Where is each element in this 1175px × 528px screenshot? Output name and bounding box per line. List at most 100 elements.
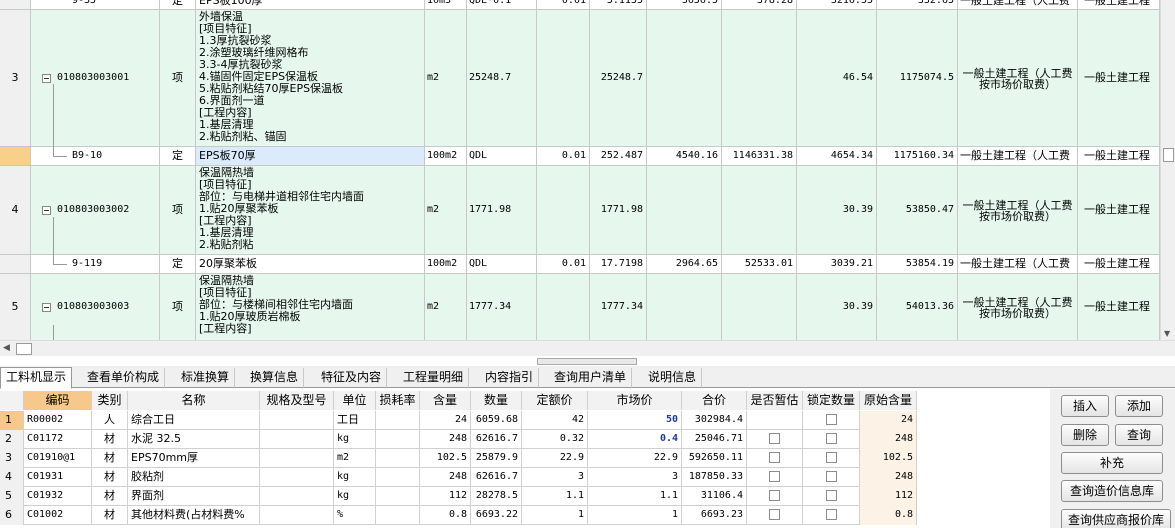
resource-row[interactable]: 1 R00002 人 综合工日 工日 24 6059.68 42 50 3029…	[0, 411, 917, 430]
resource-loss[interactable]	[376, 487, 420, 506]
item-name[interactable]: 保温隔热墙 [项目特征] 部位：与电梯井道相邻住宅内墙面 1.贴20厚聚苯板 […	[196, 166, 425, 254]
grid-row-qd[interactable]: 3 010803003001 项 外墙保温 [项目特征] 1.3厚抗裂砂浆 2.…	[0, 10, 1160, 147]
header-code[interactable]: 编码	[24, 391, 92, 410]
scroll-thumb[interactable]	[1163, 148, 1174, 162]
resource-content-qty[interactable]: 112	[420, 487, 471, 506]
collapse-icon[interactable]	[42, 205, 51, 215]
is-estimate-checkbox[interactable]	[769, 432, 780, 444]
header-loss-rate[interactable]: 损耗率	[376, 391, 420, 410]
resource-spec[interactable]	[260, 411, 334, 430]
resource-market-price[interactable]: 50	[588, 411, 682, 430]
estimate-cell[interactable]	[747, 430, 803, 449]
resource-spec[interactable]	[260, 449, 334, 468]
header-type[interactable]: 类别	[92, 391, 128, 410]
delete-button[interactable]: 删除	[1061, 424, 1109, 446]
resource-code[interactable]: C01910@1	[24, 449, 92, 468]
resource-spec[interactable]	[260, 468, 334, 487]
lock-cell[interactable]	[803, 411, 860, 430]
item-name[interactable]: 保温隔热墙 [项目特征] 部位：与楼梯间相邻住宅内墙面 1.贴20厚玻质岩棉板 …	[196, 274, 425, 340]
resource-content-qty[interactable]: 102.5	[420, 449, 471, 468]
grid-row-partial[interactable]: 9-35 定 EPS板100厚 10m3 QDL*0.1 0.01 5.1155…	[0, 0, 1160, 10]
header-quantity[interactable]: 数量	[471, 391, 522, 410]
item-name[interactable]: EPS板70厚	[196, 147, 425, 165]
resource-grid[interactable]: 编码 类别 名称 规格及型号 单位 损耗率 含量 数量 定额价 市场价 合价 是…	[0, 391, 1050, 528]
tab-content-guide[interactable]: 内容指引	[480, 368, 540, 388]
resource-code[interactable]: C01932	[24, 487, 92, 506]
vertical-scrollbar[interactable]: ▼	[1160, 0, 1175, 340]
resource-content-qty[interactable]: 24	[420, 411, 471, 430]
resource-loss[interactable]	[376, 449, 420, 468]
budget-item-grid[interactable]: 9-35 定 EPS板100厚 10m3 QDL*0.1 0.01 5.1155…	[0, 0, 1175, 340]
resource-content-qty[interactable]: 0.8	[420, 506, 471, 525]
header-spec[interactable]: 规格及型号	[260, 391, 334, 410]
insert-button[interactable]: 插入	[1061, 395, 1109, 417]
grid-row-qd[interactable]: 4 010803003002 项 保温隔热墙 [项目特征] 部位：与电梯井道相邻…	[0, 166, 1160, 255]
lock-qty-checkbox[interactable]	[825, 470, 837, 482]
resource-code[interactable]: R00002	[24, 411, 92, 430]
tab-labor-material-machine[interactable]: 工料机显示	[0, 367, 73, 389]
tab-description[interactable]: 说明信息	[643, 368, 703, 388]
header-unit[interactable]: 单位	[334, 391, 376, 410]
resource-market-price[interactable]: 22.9	[588, 449, 682, 468]
resource-row[interactable]: 3 C01910@1 材 EPS70mm厚 m2 102.5 25879.9 2…	[0, 449, 917, 468]
scroll-left-icon[interactable]: ◀	[3, 343, 10, 353]
resource-row[interactable]: 6 C01002 材 其他材料费(占材料费% % 0.8 6693.22 1 1…	[0, 506, 917, 525]
lock-qty-checkbox[interactable]	[825, 451, 837, 463]
supplement-button[interactable]: 补充	[1061, 452, 1163, 474]
item-name[interactable]: 外墙保温 [项目特征] 1.3厚抗裂砂浆 2.涂塑玻璃纤维网格布 3.3-4厚抗…	[196, 10, 425, 146]
resource-spec[interactable]	[260, 506, 334, 525]
lock-cell[interactable]	[803, 449, 860, 468]
resource-content-qty[interactable]: 248	[420, 468, 471, 487]
resource-spec[interactable]	[260, 487, 334, 506]
header-name[interactable]: 名称	[128, 391, 260, 410]
resource-market-price[interactable]: 3	[588, 468, 682, 487]
add-button[interactable]: 添加	[1115, 395, 1163, 417]
resource-row[interactable]: 4 C01931 材 胶粘剂 kg 248 62616.7 3 3 187850…	[0, 468, 917, 487]
header-orig-qty[interactable]: 原始含量	[860, 391, 917, 410]
panel-splitter[interactable]	[537, 358, 637, 365]
is-estimate-checkbox[interactable]	[769, 508, 780, 520]
lock-cell[interactable]	[803, 430, 860, 449]
is-estimate-checkbox[interactable]	[769, 489, 780, 501]
query-cost-info-db-button[interactable]: 查询造价信息库	[1061, 480, 1163, 502]
horizontal-scrollbar[interactable]: ◀	[0, 340, 1175, 356]
is-estimate-checkbox[interactable]	[769, 470, 780, 482]
query-button[interactable]: 查询	[1115, 424, 1163, 446]
resource-code[interactable]: C01172	[24, 430, 92, 449]
lock-qty-checkbox[interactable]	[825, 413, 837, 425]
resource-market-price[interactable]: 0.4	[588, 430, 682, 449]
estimate-cell[interactable]	[747, 506, 803, 525]
resource-spec[interactable]	[260, 430, 334, 449]
header-market-price[interactable]: 市场价	[588, 391, 682, 410]
header-lock-qty[interactable]: 锁定数量	[803, 391, 860, 410]
resource-loss[interactable]	[376, 430, 420, 449]
tab-conversion-info[interactable]: 换算信息	[245, 368, 305, 388]
resource-loss[interactable]	[376, 411, 420, 430]
resource-code[interactable]: C01931	[24, 468, 92, 487]
header-amount[interactable]: 合价	[682, 391, 747, 410]
resource-row[interactable]: 5 C01932 材 界面剂 kg 112 28278.5 1.1 1.1 31…	[0, 487, 917, 506]
resource-name[interactable]: 综合工日	[128, 411, 260, 430]
lock-qty-checkbox[interactable]	[825, 508, 837, 520]
collapse-icon[interactable]	[42, 302, 51, 312]
header-content-qty[interactable]: 含量	[420, 391, 471, 410]
is-estimate-checkbox[interactable]	[769, 451, 780, 463]
grid-row-de[interactable]: B9-10 定 EPS板70厚 100m2 QDL 0.01 252.487 4…	[0, 147, 1160, 166]
header-quota-price[interactable]: 定额价	[522, 391, 588, 410]
resource-name[interactable]: 胶粘剂	[128, 468, 260, 487]
scroll-thumb[interactable]	[16, 343, 32, 355]
resource-loss[interactable]	[376, 468, 420, 487]
resource-name[interactable]: EPS70mm厚	[128, 449, 260, 468]
query-supplier-quote-db-button[interactable]: 查询供应商报价库	[1061, 509, 1171, 528]
tab-unit-price-composition[interactable]: 查看单价构成	[82, 368, 166, 388]
resource-market-price[interactable]: 1.1	[588, 487, 682, 506]
lock-qty-checkbox[interactable]	[825, 489, 837, 501]
grid-row-qd[interactable]: 5 010803003003 项 保温隔热墙 [项目特征] 部位：与楼梯间相邻住…	[0, 274, 1160, 340]
resource-name[interactable]: 其他材料费(占材料费%	[128, 506, 260, 525]
lock-cell[interactable]	[803, 506, 860, 525]
item-name[interactable]: 20厚聚苯板	[196, 255, 425, 273]
resource-market-price[interactable]: 1	[588, 506, 682, 525]
header-is-estimate[interactable]: 是否暂估	[747, 391, 803, 410]
estimate-cell[interactable]	[747, 487, 803, 506]
resource-code[interactable]: C01002	[24, 506, 92, 525]
